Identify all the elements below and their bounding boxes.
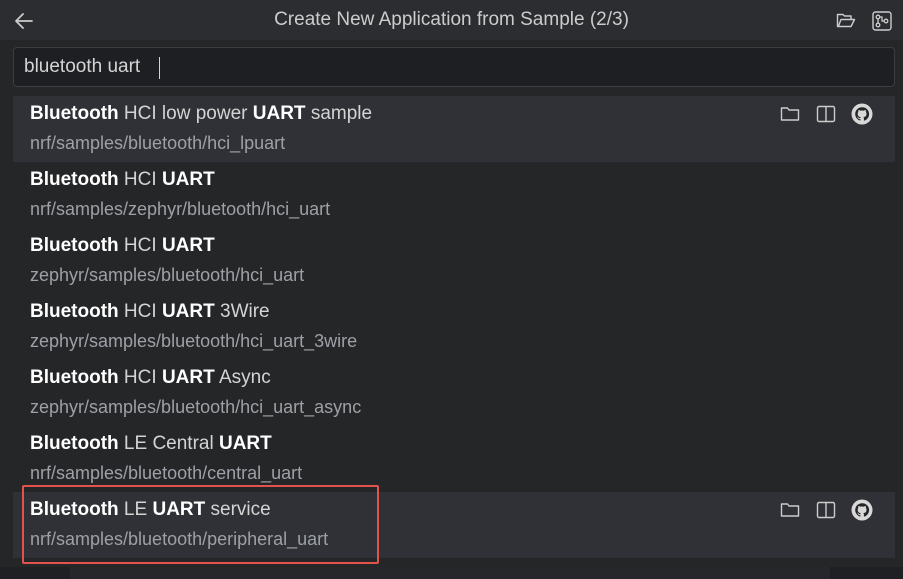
list-item-label: Bluetooth HCI UART (30, 235, 215, 257)
github-icon (851, 499, 873, 521)
list-item-label: Bluetooth HCI UART Async (30, 367, 271, 389)
list-item-label: Bluetooth HCI low power UART sample (30, 103, 372, 125)
background-strip (70, 567, 830, 579)
label-text: sample (305, 103, 373, 124)
list-item-label: Bluetooth HCI UART (30, 169, 215, 191)
list-item[interactable]: Bluetooth HCI UART nrf/samples/zephyr/blu… (13, 162, 895, 228)
list-item-label: Bluetooth LE Central UART (30, 433, 272, 455)
quick-pick-panel: Create New Application from Sample (2/3) (0, 0, 903, 567)
label-text: HCI (118, 169, 162, 190)
list-item-path: nrf/samples/bluetooth/hci_lpuart (30, 133, 286, 153)
text-caret (159, 57, 160, 79)
open-folder-icon (836, 13, 856, 28)
open-in-split-button[interactable] (813, 101, 839, 127)
open-in-split-button[interactable] (813, 497, 839, 523)
match-highlight: UART (252, 103, 306, 124)
open-folder-button[interactable] (777, 497, 803, 523)
list-item[interactable]: Bluetooth LE UART service nrf/samples/blu… (13, 492, 895, 558)
match-highlight: Bluetooth (30, 235, 119, 256)
list-item-path: zephyr/samples/bluetooth/hci_uart_3wire (30, 331, 358, 351)
match-highlight: Bluetooth (30, 367, 119, 388)
folder-icon (780, 503, 800, 517)
list-item-label: Bluetooth LE UART service (30, 499, 271, 521)
search-input[interactable] (14, 48, 894, 86)
label-text: LE Central (118, 433, 219, 454)
label-text: HCI (118, 235, 162, 256)
list-item[interactable]: Bluetooth HCI UART Async zephyr/samples/b… (13, 360, 895, 426)
list-item-actions (777, 497, 875, 523)
label-text: HCI (118, 367, 162, 388)
split-view-icon (816, 501, 836, 519)
settings-tree-icon (872, 11, 892, 31)
open-on-github-button[interactable] (849, 497, 875, 523)
label-text: Async (214, 367, 271, 388)
label-text: LE (118, 499, 153, 520)
search-input-wrapper (13, 47, 895, 87)
match-highlight: UART (161, 235, 215, 256)
open-folder-button[interactable] (777, 101, 803, 127)
match-highlight: Bluetooth (30, 499, 119, 520)
match-highlight: Bluetooth (30, 433, 119, 454)
match-highlight: UART (161, 367, 215, 388)
match-highlight: UART (161, 169, 215, 190)
title-actions (833, 8, 895, 34)
label-text: 3Wire (214, 301, 270, 322)
list-item[interactable]: Bluetooth LE Central UART nrf/samples/blu… (13, 426, 895, 492)
page-title: Create New Application from Sample (2/3) (274, 9, 629, 30)
list-item-actions (777, 101, 875, 127)
results-list: Bluetooth HCI low power UART sample nrf/s… (13, 96, 895, 558)
list-item[interactable]: Bluetooth HCI UART 3Wire zephyr/samples/b… (13, 294, 895, 360)
github-icon (851, 103, 873, 125)
settings-tree-button[interactable] (869, 8, 895, 34)
quick-pick-titlebar: Create New Application from Sample (2/3) (0, 0, 903, 40)
match-highlight: Bluetooth (30, 169, 119, 190)
list-item-path: nrf/samples/bluetooth/peripheral_uart (30, 529, 329, 549)
folder-icon (780, 107, 800, 121)
label-text: HCI (118, 301, 162, 322)
list-item-path: zephyr/samples/bluetooth/hci_uart (30, 265, 305, 285)
label-text: service (205, 499, 271, 520)
match-highlight: UART (218, 433, 272, 454)
match-highlight: UART (152, 499, 206, 520)
list-item-path: nrf/samples/bluetooth/central_uart (30, 463, 303, 483)
list-item-label: Bluetooth HCI UART 3Wire (30, 301, 270, 323)
label-text: HCI low power (118, 103, 253, 124)
list-item-path: zephyr/samples/bluetooth/hci_uart_async (30, 397, 362, 417)
open-on-github-button[interactable] (849, 101, 875, 127)
open-folder-button[interactable] (833, 8, 859, 34)
list-item-path: nrf/samples/zephyr/bluetooth/hci_uart (30, 199, 331, 219)
list-item[interactable]: Bluetooth HCI UART zephyr/samples/bluetoo… (13, 228, 895, 294)
split-view-icon (816, 105, 836, 123)
match-highlight: Bluetooth (30, 301, 119, 322)
match-highlight: Bluetooth (30, 103, 119, 124)
list-item[interactable]: Bluetooth HCI low power UART sample nrf/s… (13, 96, 895, 162)
match-highlight: UART (161, 301, 215, 322)
